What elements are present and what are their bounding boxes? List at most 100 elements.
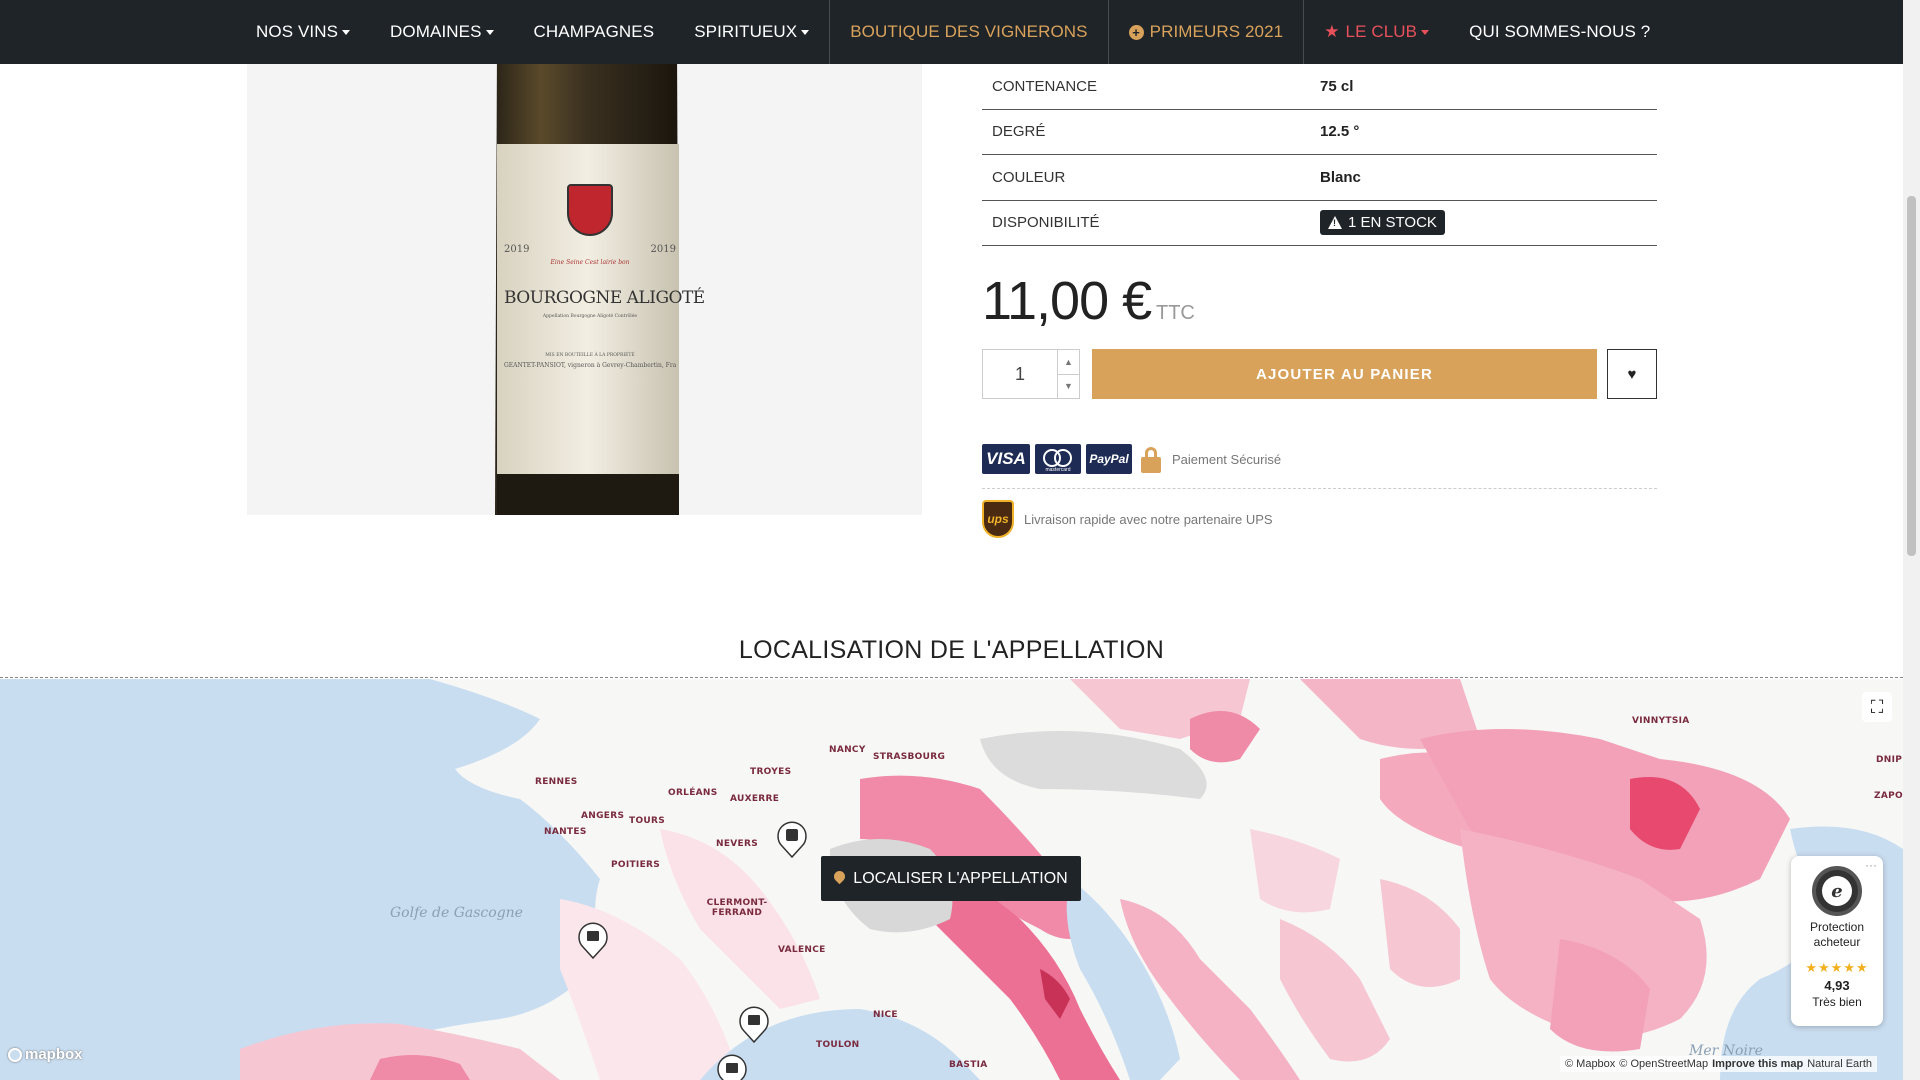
attrib-mapbox-link[interactable]: © Mapbox xyxy=(1565,1058,1615,1070)
map-360-pin-icon[interactable] xyxy=(776,820,808,858)
locate-appellation-button[interactable]: LOCALISER L'APPELLATION xyxy=(821,856,1081,901)
map-city-label: ANGERS xyxy=(581,811,625,821)
fullscreen-icon[interactable]: ⛶ xyxy=(1862,692,1892,722)
spec-key: DISPONIBILITÉ xyxy=(992,214,1100,232)
map-attribution: © Mapbox © OpenStreetMap Improve this ma… xyxy=(1560,1056,1878,1072)
attrib-osm-link[interactable]: © OpenStreetMap xyxy=(1619,1058,1708,1070)
section-title: LOCALISATION DE L'APPELLATION xyxy=(738,636,1165,664)
nav-label: DOMAINES xyxy=(390,22,482,41)
map-sea-label: Golfe de Gascogne xyxy=(390,905,523,921)
spec-key: COULEUR xyxy=(992,168,1066,186)
scrollbar-thumb[interactable] xyxy=(1907,196,1916,556)
wishlist-button[interactable]: ♥ xyxy=(1607,349,1657,399)
rating-label: Très bien xyxy=(1812,995,1862,1009)
stock-badge-label: 1 EN STOCK xyxy=(1348,214,1437,232)
mapbox-text: mapbox xyxy=(25,1046,83,1063)
spec-value: 1 EN STOCK xyxy=(1320,210,1445,236)
map-city-label: NANTES xyxy=(544,827,587,837)
paypal-icon: PayPal xyxy=(1086,444,1132,474)
nav-champagnes[interactable]: CHAMPAGNES xyxy=(514,0,675,64)
map-city-label: DNIP xyxy=(1876,755,1903,765)
locate-label: LOCALISER L'APPELLATION xyxy=(853,869,1068,887)
attrib-improve-link[interactable]: Improve this map xyxy=(1712,1058,1803,1070)
crest-icon xyxy=(567,184,613,236)
quantity-arrows: ▲ ▼ xyxy=(1057,350,1079,398)
caret-down-icon xyxy=(342,29,351,35)
nav-qui-sommes-nous[interactable]: QUI SOMMES-NOUS ? xyxy=(1449,0,1670,64)
map-city-label: CLERMONT-FERRAND xyxy=(706,898,768,918)
section-divider xyxy=(0,677,1903,678)
more-options-icon[interactable]: ··· xyxy=(1865,858,1877,872)
map-city-label: TOURS xyxy=(629,816,666,826)
nav-label: BOUTIQUE DES VIGNERONS xyxy=(850,22,1088,41)
bottle-label: 2019 2019 Eine Seine Cest lairie bon BOU… xyxy=(504,184,705,369)
map-city-label: AUXERRE xyxy=(730,794,780,804)
spec-value: 12.5 ° xyxy=(1320,123,1360,141)
add-to-cart-button[interactable]: AJOUTER AU PANIER xyxy=(1092,349,1597,399)
stock-badge: 1 EN STOCK xyxy=(1320,210,1445,236)
map-city-label: VINNYTSIA xyxy=(1632,716,1690,726)
label-appellation: Appellation Bourgogne Aligoté Contrôlée xyxy=(542,314,638,319)
page-scrollbar[interactable] xyxy=(1903,0,1920,1080)
visa-icon: VISA xyxy=(982,444,1030,474)
map-photo-pin-icon[interactable] xyxy=(738,1005,770,1043)
map-city-label: NICE xyxy=(873,1010,898,1020)
payment-methods: VISA mastercard PayPal Paiement Sécurisé xyxy=(982,444,1281,474)
spec-row-disponibilite: DISPONIBILITÉ 1 EN STOCK xyxy=(982,201,1657,246)
map-city-label: NANCY xyxy=(829,745,866,755)
caret-down-icon xyxy=(1421,29,1430,35)
quantity-input[interactable] xyxy=(983,350,1057,398)
warning-icon xyxy=(1328,216,1342,230)
price-tax-suffix: TTC xyxy=(1156,302,1195,324)
star-icon: ★ xyxy=(1324,22,1340,41)
nav-spiritueux[interactable]: SPIRITUEUX xyxy=(674,0,829,64)
nav-primeurs[interactable]: + PRIMEURS 2021 xyxy=(1109,0,1304,64)
spec-row-contenance: CONTENANCE 75 cl xyxy=(982,64,1657,110)
quantity-up-icon[interactable]: ▲ xyxy=(1058,350,1079,375)
nav-domaines[interactable]: DOMAINES xyxy=(370,0,513,64)
spec-value: Blanc xyxy=(1320,168,1361,186)
nav-label: NOS VINS xyxy=(256,22,339,41)
nav-le-club[interactable]: ★ LE CLUB xyxy=(1304,0,1449,64)
rating-score: 4,93 xyxy=(1824,978,1850,993)
map-city-label: BASTIA xyxy=(949,1060,988,1070)
label-producer: GEANTET-PANSIOT, vigneron à Gevrey-Chamb… xyxy=(504,362,676,369)
attrib-natural-earth: Natural Earth xyxy=(1807,1058,1873,1070)
divider xyxy=(982,488,1657,489)
spec-key: DEGRÉ xyxy=(992,123,1046,141)
nav-nos-vins[interactable]: NOS VINS xyxy=(236,0,370,64)
map-city-label: VALENCE xyxy=(778,945,826,955)
spec-key: CONTENANCE xyxy=(992,77,1098,95)
nav-label: PRIMEURS 2021 xyxy=(1149,22,1284,41)
nav-label: LE CLUB xyxy=(1345,22,1418,41)
spec-value: 75 cl xyxy=(1320,77,1354,95)
shipping-info: ups Livraison rapide avec notre partenai… xyxy=(982,500,1273,538)
lock-icon xyxy=(1141,444,1161,474)
label-year-left: 2019 xyxy=(504,244,530,255)
nav-label: SPIRITUEUX xyxy=(694,22,798,41)
map-city-label: TOULON xyxy=(816,1040,860,1050)
mapbox-logo[interactable]: mapbox xyxy=(8,1046,83,1063)
trusted-shops-badge[interactable]: ··· e Protection acheteur ★★★★★ 4,93 Trè… xyxy=(1791,856,1883,1026)
product-image[interactable]: 2019 2019 Eine Seine Cest lairie bon BOU… xyxy=(247,64,922,515)
nav-label: CHAMPAGNES xyxy=(533,22,655,41)
map-city-label: ORLÉANS xyxy=(668,788,718,798)
map-photo-pin-icon[interactable] xyxy=(716,1053,748,1080)
mastercard-icon: mastercard xyxy=(1035,444,1081,474)
label-motto: Eine Seine Cest lairie bon xyxy=(550,259,630,266)
caret-down-icon xyxy=(801,29,810,35)
map-city-label: ZAPO xyxy=(1874,791,1903,801)
map-city-label: TROYES xyxy=(750,767,792,777)
label-year-right: 2019 xyxy=(650,244,676,255)
heart-icon: ♥ xyxy=(1627,365,1637,383)
map-city-label: NEVERS xyxy=(716,839,759,849)
map-city-label: STRASBOURG xyxy=(873,752,946,762)
map-photo-pin-icon[interactable] xyxy=(577,921,609,959)
trusted-seal-icon: e xyxy=(1812,866,1862,916)
main-nav: NOS VINS DOMAINES CHAMPAGNES SPIRITUEUX … xyxy=(0,0,1903,64)
shipping-text: Livraison rapide avec notre partenaire U… xyxy=(1024,511,1273,527)
spec-row-degre: DEGRÉ 12.5 ° xyxy=(982,110,1657,155)
ups-icon: ups xyxy=(982,500,1014,538)
nav-boutique-des-vignerons[interactable]: BOUTIQUE DES VIGNERONS xyxy=(830,0,1107,64)
quantity-down-icon[interactable]: ▼ xyxy=(1058,375,1079,399)
